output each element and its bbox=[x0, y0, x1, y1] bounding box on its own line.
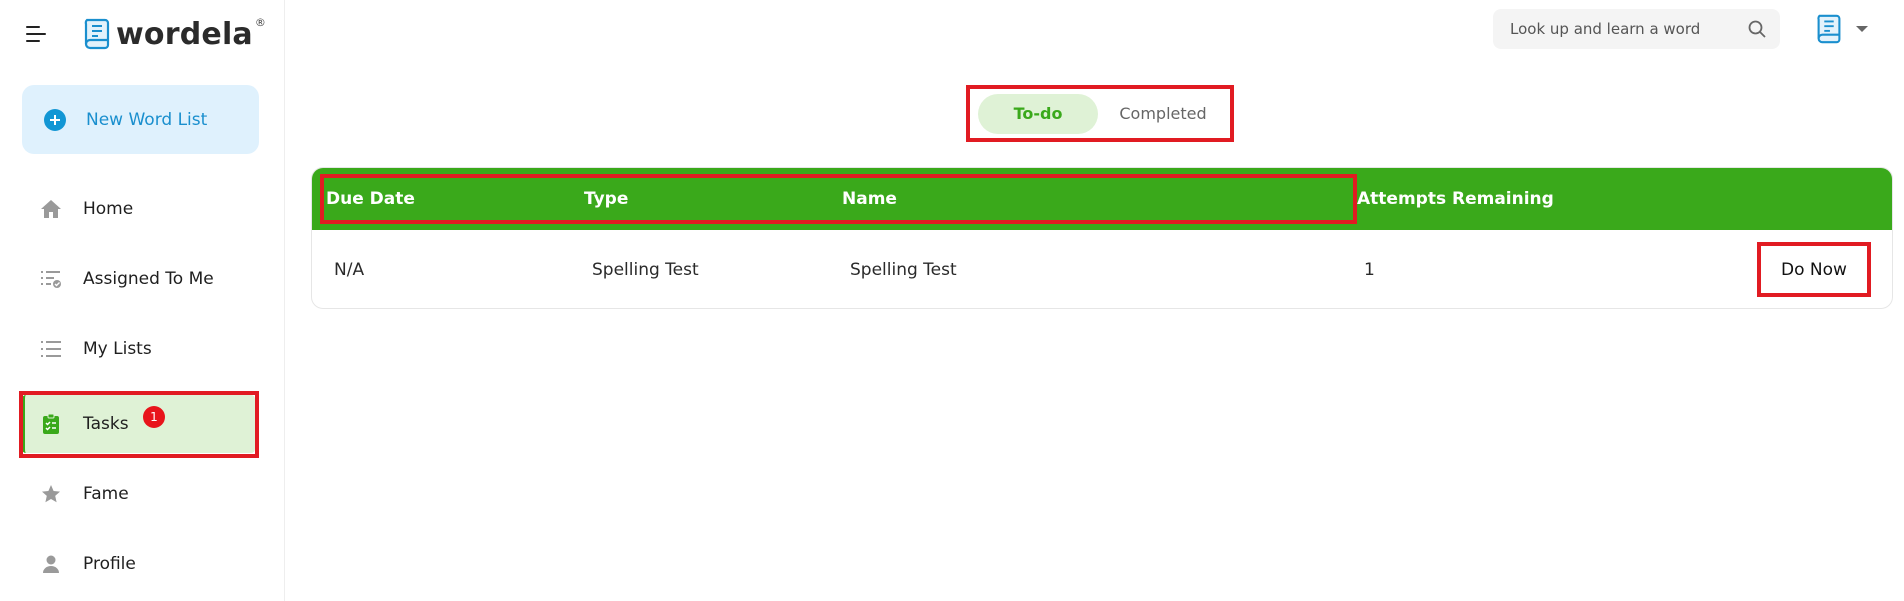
column-header-name: Name bbox=[842, 189, 897, 209]
logo-book-icon bbox=[84, 18, 110, 50]
chevron-down-icon[interactable] bbox=[1856, 26, 1868, 32]
tab-to-do[interactable]: To-do bbox=[978, 93, 1098, 134]
logo[interactable]: wordela ® bbox=[82, 16, 266, 52]
do-now-button[interactable]: Do Now bbox=[1757, 242, 1871, 297]
star-icon bbox=[40, 483, 62, 505]
clipboard-check-icon bbox=[40, 413, 62, 435]
word-search-box bbox=[1493, 9, 1780, 49]
task-status-tabs: To-do Completed bbox=[966, 85, 1234, 142]
logo-text: wordela bbox=[116, 16, 253, 52]
home-icon bbox=[40, 198, 62, 220]
sidebar-item-tasks[interactable]: Tasks 1 bbox=[22, 395, 255, 453]
column-header-type: Type bbox=[584, 189, 629, 209]
tasks-table: Due Date Type Name Attempts Remaining N/… bbox=[311, 167, 1893, 309]
sidebar-item-my-lists[interactable]: My Lists bbox=[22, 320, 255, 378]
cell-type: Spelling Test bbox=[592, 260, 699, 280]
sidebar-item-home[interactable]: Home bbox=[22, 180, 255, 238]
sidebar-item-profile[interactable]: Profile bbox=[22, 535, 255, 593]
user-avatar-icon[interactable] bbox=[1813, 12, 1845, 46]
new-word-list-button[interactable]: New Word List bbox=[22, 85, 259, 154]
menu-icon[interactable] bbox=[26, 25, 46, 43]
sidebar-item-label: My Lists bbox=[83, 339, 152, 359]
assigned-list-icon bbox=[40, 268, 62, 290]
sidebar-item-label: Tasks bbox=[83, 414, 129, 434]
plus-circle-icon bbox=[44, 108, 66, 131]
new-word-list-label: New Word List bbox=[86, 109, 208, 130]
sidebar-item-assigned-to-me[interactable]: Assigned To Me bbox=[22, 250, 255, 308]
cell-name: Spelling Test bbox=[850, 260, 957, 280]
tab-completed[interactable]: Completed bbox=[1098, 94, 1228, 134]
sidebar-item-label: Fame bbox=[83, 484, 129, 504]
list-icon bbox=[40, 338, 62, 360]
registered-mark: ® bbox=[254, 15, 266, 29]
word-search-input[interactable] bbox=[1510, 20, 1740, 38]
sidebar-item-label: Profile bbox=[83, 554, 136, 574]
sidebar-item-label: Home bbox=[83, 199, 134, 219]
table-row: N/A Spelling Test Spelling Test 1 Do Now bbox=[312, 230, 1892, 308]
tasks-count-badge: 1 bbox=[143, 406, 165, 428]
cell-attempts-remaining: 1 bbox=[1364, 260, 1375, 280]
header-highlight-box bbox=[320, 174, 1357, 224]
column-header-attempts-remaining: Attempts Remaining bbox=[1357, 189, 1554, 209]
column-header-due-date: Due Date bbox=[326, 189, 415, 209]
sidebar: wordela ® New Word List Home Assigned To… bbox=[0, 0, 285, 601]
search-icon[interactable] bbox=[1747, 19, 1767, 39]
table-header: Due Date Type Name Attempts Remaining bbox=[312, 168, 1892, 230]
cell-due-date: N/A bbox=[334, 260, 365, 280]
sidebar-item-fame[interactable]: Fame bbox=[22, 465, 255, 523]
sidebar-item-label: Assigned To Me bbox=[83, 269, 214, 289]
app-root: wordela ® New Word List Home Assigned To… bbox=[0, 0, 1904, 601]
user-icon bbox=[40, 553, 62, 575]
